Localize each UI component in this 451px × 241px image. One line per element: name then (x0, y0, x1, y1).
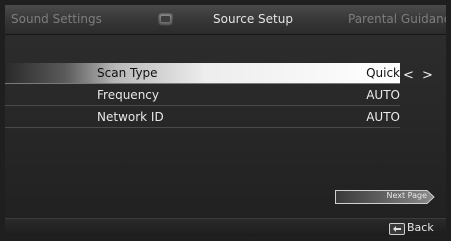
tab-bar: Sound Settings Source Setup Parental Gui… (5, 5, 446, 35)
menu-item-value: AUTO (366, 110, 400, 124)
next-page-button[interactable]: Next Page (335, 190, 435, 204)
back-key-icon (389, 223, 405, 235)
back-button[interactable]: Back (407, 221, 434, 234)
source-setup-icon (158, 13, 173, 26)
tab-source-setup[interactable]: Source Setup (213, 12, 293, 26)
menu-item-label: Frequency (97, 88, 159, 102)
menu-item-label: Scan Type (97, 66, 158, 80)
menu-item-network-id[interactable]: Network ID AUTO (5, 107, 400, 128)
settings-window: Sound Settings Source Setup Parental Gui… (5, 5, 446, 236)
tab-parental-guidance[interactable]: Parental Guidance (348, 12, 446, 26)
value-arrows-icon[interactable]: < > (403, 68, 435, 83)
menu-item-frequency[interactable]: Frequency AUTO (5, 85, 400, 106)
menu-item-value: AUTO (366, 88, 400, 102)
tab-sound-settings[interactable]: Sound Settings (11, 12, 102, 26)
menu-item-label: Network ID (97, 110, 164, 124)
menu-item-scan-type[interactable]: Scan Type Quick (5, 63, 400, 84)
footer-bar: Back (5, 218, 446, 236)
next-page-label: Next Page (386, 191, 427, 200)
menu-item-value: Quick (366, 66, 400, 80)
